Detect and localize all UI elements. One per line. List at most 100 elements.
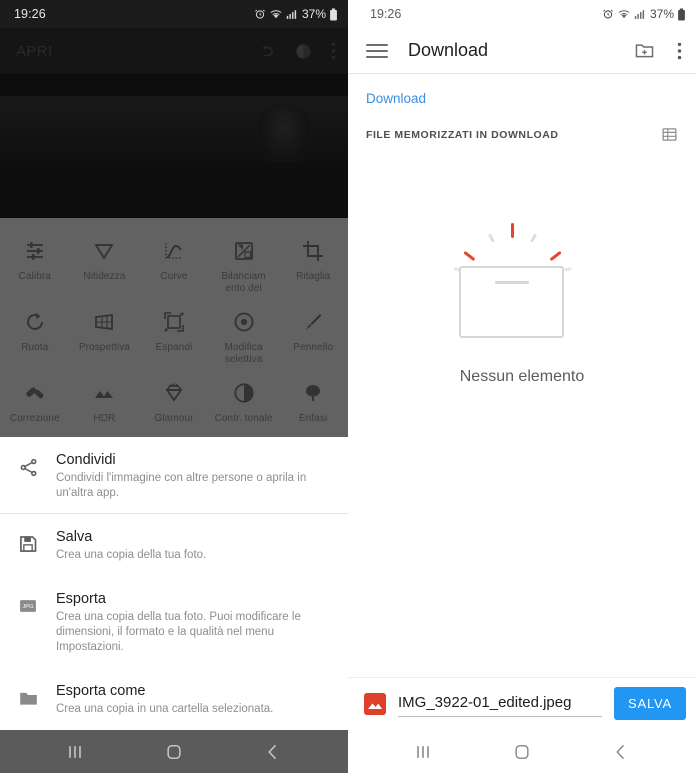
tools-row-1: Calibra Nitidezza Curve Bilanciam ento d…: [0, 228, 348, 299]
crop-icon: [301, 236, 325, 266]
tool-label: Bilanciam ento del: [221, 271, 266, 294]
recents-icon[interactable]: [65, 742, 85, 762]
image-preview[interactable]: [0, 74, 348, 218]
sheet-item-subtitle: Crea una copia in una cartella seleziona…: [56, 703, 274, 715]
tool-label: Prospettiva: [78, 342, 130, 353]
svg-text:JPG: JPG: [22, 604, 34, 610]
sheet-item-esporta-come[interactable]: Esporta come Crea una copia in una carte…: [0, 668, 348, 730]
status-time: 19:26: [370, 7, 402, 21]
overflow-icon[interactable]: [331, 42, 336, 60]
selective-icon: [232, 307, 256, 337]
filename-field-wrapper: [398, 690, 603, 717]
sheet-item-text: Esporta Crea una copia della tua foto. P…: [56, 590, 332, 655]
left-status-bar: 19:26 37%: [0, 0, 348, 28]
compare-icon[interactable]: [294, 42, 313, 61]
tool-espandi[interactable]: Espandi: [139, 299, 209, 370]
tool-pennello[interactable]: Pennello: [278, 299, 348, 370]
sheet-item-condividi[interactable]: Condividi Condividi l'immagine con altre…: [0, 437, 348, 514]
image-file-icon: [364, 692, 386, 715]
sheet-item-subtitle: Condividi l'immagine con altre persone o…: [56, 472, 307, 499]
breadcrumb-item-download[interactable]: Download: [366, 91, 426, 106]
tool-ritaglia[interactable]: Ritaglia: [278, 228, 348, 299]
snapseed-screen: 19:26 37% APRI Calibra Nitidezza Curve B…: [0, 0, 348, 773]
page-title: Download: [408, 40, 489, 60]
export-bottom-sheet: Condividi Condividi l'immagine con altre…: [0, 437, 348, 730]
empty-state: Nessun elemento: [348, 143, 696, 677]
back-icon[interactable]: [263, 742, 283, 762]
tool-label: Enfasi: [298, 413, 328, 424]
tool-label: Glamour: [154, 413, 194, 424]
download-appbar: Download: [348, 28, 696, 74]
tune-icon: [23, 236, 47, 266]
right-status-bar: 19:26 37%: [348, 0, 696, 28]
sheet-item-text: Condividi Condividi l'immagine con altre…: [56, 451, 332, 501]
recents-icon[interactable]: [413, 742, 433, 762]
signal-icon: [286, 10, 297, 19]
tonal-contrast-icon: [232, 378, 256, 408]
tool-glamour[interactable]: Glamour: [139, 370, 209, 429]
tool-label: Ritaglia: [296, 271, 331, 282]
sheet-item-title: Salva: [56, 529, 93, 545]
download-manager-screen: 19:26 37% Download Download FILE MEMORIZ…: [348, 0, 696, 773]
snapseed-appbar: APRI: [0, 28, 348, 74]
ray-muted-far-right: [564, 267, 572, 272]
jpg-icon: JPG: [0, 590, 56, 616]
save-file-bar: SALVA: [348, 677, 696, 730]
tools-row-2: Ruota Prospettiva Espandi Modifica selet…: [0, 299, 348, 370]
undo-icon[interactable]: [257, 42, 276, 61]
open-button-label[interactable]: APRI: [16, 43, 53, 60]
overflow-icon[interactable]: [677, 42, 682, 60]
save-button[interactable]: SALVA: [614, 687, 686, 720]
alarm-icon: [603, 9, 613, 19]
sheet-item-salva[interactable]: Salva Crea una copia della tua foto.: [0, 514, 348, 576]
home-icon[interactable]: [164, 742, 184, 762]
status-icons: 37%: [254, 7, 338, 21]
empty-box-shape: [459, 266, 564, 338]
filename-input[interactable]: [398, 690, 603, 717]
tool-contrasto-tonale[interactable]: Contr. tonale: [209, 370, 279, 429]
tool-ruota[interactable]: Ruota: [0, 299, 70, 370]
tool-prospettiva[interactable]: Prospettiva: [70, 299, 140, 370]
hamburger-icon[interactable]: [366, 43, 388, 58]
hdr-mountains-icon: [92, 378, 116, 408]
tool-enfasi[interactable]: Enfasi: [278, 370, 348, 429]
ray-muted-right: [530, 233, 538, 243]
perspective-icon: [92, 307, 116, 337]
sheet-item-subtitle: Crea una copia della tua foto. Puoi modi…: [56, 611, 301, 653]
home-icon[interactable]: [512, 742, 532, 762]
sheet-item-subtitle: Crea una copia della tua foto.: [56, 549, 207, 561]
status-icons: 37%: [602, 7, 686, 21]
breadcrumb: Download: [348, 74, 696, 108]
new-folder-icon[interactable]: [634, 40, 655, 61]
sheet-item-esporta[interactable]: JPG Esporta Crea una copia della tua fot…: [0, 576, 348, 668]
glamour-diamond-icon: [162, 378, 186, 408]
tool-correzione[interactable]: Correzione: [0, 370, 70, 429]
tool-label: Correzione: [9, 413, 60, 424]
expand-icon: [162, 307, 186, 337]
alarm-icon: [255, 9, 265, 19]
appbar-actions: [634, 40, 682, 61]
appbar-actions: [257, 42, 336, 61]
wifi-icon: [270, 10, 282, 19]
battery-icon: [330, 7, 337, 21]
back-icon[interactable]: [611, 742, 631, 762]
white-balance-icon: [232, 236, 256, 266]
battery-percent: 37%: [301, 7, 326, 21]
sheet-item-text: Esporta come Crea una copia in una carte…: [56, 682, 332, 717]
tool-curve[interactable]: Curve: [139, 228, 209, 299]
right-nav-bar: [348, 730, 696, 773]
tool-label: Pennello: [293, 342, 334, 353]
sheet-item-title: Esporta: [56, 591, 106, 607]
curves-icon: [162, 236, 186, 266]
tool-modifica-selettiva[interactable]: Modifica selettiva: [209, 299, 279, 370]
tool-calibra[interactable]: Calibra: [0, 228, 70, 299]
grid-view-icon[interactable]: [661, 126, 678, 143]
tool-nitidezza[interactable]: Nitidezza: [70, 228, 140, 299]
ray-accent-top: [511, 223, 514, 238]
dual-screenshot: 19:26 37% APRI Calibra Nitidezza Curve B…: [0, 0, 696, 773]
tool-bilanciamento[interactable]: Bilanciam ento del: [209, 228, 279, 299]
tool-label: HDR: [93, 413, 116, 424]
tool-hdr[interactable]: HDR: [70, 370, 140, 429]
ray-accent-right: [549, 250, 562, 262]
tool-label: Ruota: [21, 342, 49, 353]
